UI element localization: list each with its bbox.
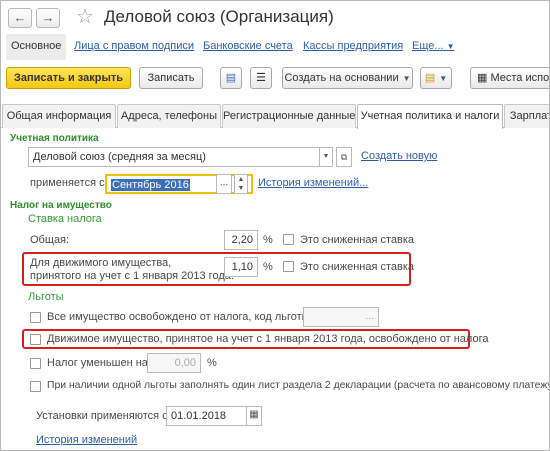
places-button[interactable]: ▦ Места испо... <box>470 67 550 89</box>
calendar-button[interactable]: ▦ <box>246 406 262 426</box>
movable-exempt-checkbox[interactable] <box>30 334 41 345</box>
policy-section-title: Учетная политика <box>10 133 99 144</box>
general-rate-label: Общая: <box>30 234 70 246</box>
more-arrow-icon: ▼ <box>446 42 455 51</box>
create-new-link[interactable]: Создать новую <box>361 150 437 162</box>
forward-button[interactable]: → <box>36 8 60 28</box>
percent-label-2: % <box>263 261 273 273</box>
rate-section-title: Ставка налога <box>28 213 102 225</box>
single-sheet-checkbox[interactable] <box>30 381 41 392</box>
print-doc-button[interactable]: ▤ <box>220 67 242 89</box>
applied-from-choose-button[interactable]: ... <box>216 174 232 194</box>
tax-reduced-label: Налог уменьшен на: <box>47 357 151 369</box>
tab-strip: Общая информация Адреса, телефоны Регист… <box>0 104 550 129</box>
favorite-star-icon[interactable]: ☆ <box>76 4 94 29</box>
open-policy-button[interactable]: ⧉ <box>336 147 352 167</box>
all-exempt-label: Все имущество освобождено от налога, код… <box>47 311 313 323</box>
percent-label: % <box>263 234 273 246</box>
movable-rate-label-2: принятого на учет с 1 января 2013 года: <box>30 270 234 282</box>
policy-history-link[interactable]: История изменений... <box>258 177 368 189</box>
movable-rate-input[interactable]: 1,10 <box>224 257 258 277</box>
form-nav: Основное Лица с правом подписи Банковски… <box>6 34 550 60</box>
tab-registration[interactable]: Регистрационные данные <box>222 104 356 128</box>
movable-reduced-rate-checkbox[interactable] <box>283 261 294 272</box>
reduced-rate-label: Это сниженная ставка <box>300 234 415 246</box>
applied-from-label: применяется с: <box>30 177 108 189</box>
back-button[interactable]: ← <box>8 8 32 28</box>
policy-select[interactable]: Деловой союз (средняя за месяц) <box>28 147 320 167</box>
applied-from-spinner[interactable]: ▲ ▼ <box>234 174 248 194</box>
all-exempt-checkbox[interactable] <box>30 312 41 323</box>
movable-exempt-label: Движимое имущество, принятое на учет с 1… <box>47 333 489 345</box>
save-button[interactable]: Записать <box>139 67 203 89</box>
nav-signers[interactable]: Лица с правом подписи <box>74 40 194 52</box>
general-rate-input[interactable]: 2,20 <box>224 230 258 250</box>
create-based-on-button[interactable]: Создать на основании ▼ <box>282 67 413 89</box>
movable-rate-label-1: Для движимого имущества, <box>30 257 172 269</box>
ellipsis-icon: ... <box>219 177 229 188</box>
movable-reduced-rate-label: Это сниженная ставка <box>300 261 415 273</box>
single-sheet-label: При наличии одной льготы заполнять один … <box>47 380 550 391</box>
list-button[interactable]: ☰ <box>250 67 272 89</box>
settings-applied-label: Установки применяются с: <box>36 410 171 422</box>
tax-reduced-input: 0,00 <box>147 353 201 373</box>
property-tax-title: Налог на имущество <box>10 200 112 211</box>
folder-icon: ▤ <box>424 72 436 84</box>
arrow-right-icon: → <box>41 10 55 25</box>
tax-reduced-checkbox[interactable] <box>30 358 41 369</box>
property-tax-history-link[interactable]: История изменений <box>36 434 137 446</box>
tab-accounting-policy[interactable]: Учетная политика и налоги <box>357 104 503 129</box>
policy-dropdown-button[interactable]: ▼ <box>319 147 333 167</box>
chevron-down-icon: ▼ <box>402 74 411 83</box>
tab-addresses[interactable]: Адреса, телефоны <box>117 104 221 128</box>
list-icon: ☰ <box>256 72 266 84</box>
page-title: Деловой союз (Организация) <box>104 7 334 26</box>
nav-cash-desks[interactable]: Кассы предприятия <box>303 40 403 52</box>
document-icon: ▤ <box>225 72 237 84</box>
calendar-icon: ▦ <box>249 409 259 420</box>
places-icon: ▦ <box>477 72 488 84</box>
ellipsis-icon: ... <box>365 311 374 322</box>
nav-more[interactable]: Еще... ▼ <box>412 40 455 52</box>
benefit-code-input: ... <box>303 307 379 327</box>
reports-button[interactable]: ▤ ▼ <box>420 67 452 89</box>
percent-label-3: % <box>207 357 217 369</box>
spin-down-icon: ▼ <box>237 185 245 192</box>
reduced-rate-checkbox[interactable] <box>283 234 294 245</box>
save-and-close-button[interactable]: Записать и закрыть <box>6 67 131 89</box>
benefits-section-title: Льготы <box>28 291 64 303</box>
open-icon: ⧉ <box>340 152 348 162</box>
settings-applied-date-input[interactable]: 01.01.2018 <box>166 406 248 426</box>
tab-general[interactable]: Общая информация <box>2 104 116 128</box>
dropdown-arrow-icon: ▼ <box>322 153 330 160</box>
tab-salary[interactable]: Зарплата <box>504 104 550 128</box>
arrow-left-icon: ← <box>13 10 27 25</box>
spin-up-icon: ▲ <box>237 176 245 183</box>
nav-main[interactable]: Основное <box>11 40 61 52</box>
nav-bank-accounts[interactable]: Банковские счета <box>203 40 293 52</box>
